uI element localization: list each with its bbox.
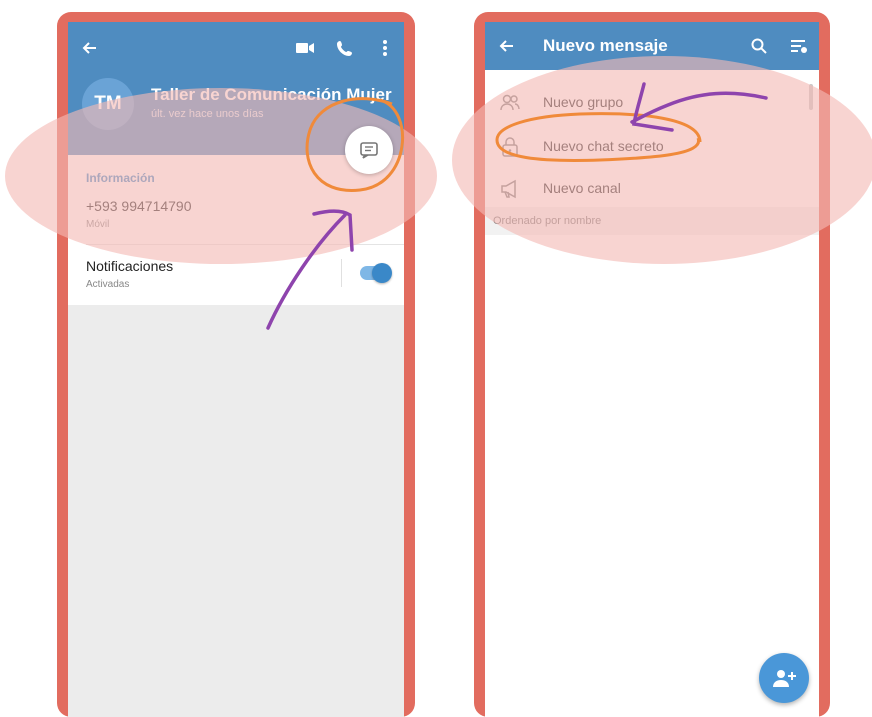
add-contact-button[interactable] bbox=[759, 653, 809, 703]
contact-info-screen: TM Taller de Comunicación Mujer últ. vez… bbox=[68, 22, 404, 717]
more-vertical-icon[interactable] bbox=[373, 36, 397, 60]
menu-item-label: Nuevo chat secreto bbox=[543, 138, 664, 154]
search-icon[interactable] bbox=[747, 34, 771, 58]
phone-icon[interactable] bbox=[333, 36, 357, 60]
sort-header: Ordenado por nombre bbox=[485, 207, 819, 235]
lock-icon bbox=[499, 136, 521, 158]
last-seen-status: últ. vez hace unos días bbox=[151, 108, 264, 120]
info-card: Información +593 994714790 Móvil Notific… bbox=[68, 155, 404, 305]
toggle-knob bbox=[372, 263, 392, 283]
page-title: Nuevo mensaje bbox=[543, 36, 668, 55]
arrow-left-icon[interactable] bbox=[495, 34, 519, 58]
left-phone-frame: TM Taller de Comunicación Mujer últ. vez… bbox=[57, 12, 415, 717]
group-icon bbox=[499, 92, 521, 114]
menu-item-new-group[interactable]: Nuevo grupo bbox=[485, 82, 819, 122]
sort-label: Ordenado por nombre bbox=[493, 215, 602, 227]
scrollbar[interactable] bbox=[809, 84, 813, 110]
notifications-status: Activadas bbox=[86, 279, 130, 290]
vertical-divider bbox=[341, 259, 342, 287]
contact-name: Taller de Comunicación Mujer bbox=[151, 85, 392, 104]
megaphone-icon bbox=[499, 178, 521, 200]
message-icon bbox=[360, 142, 378, 159]
new-message-screen: Nuevo mensaje Nuevo grupo Nuevo chat sec… bbox=[485, 22, 819, 717]
info-section-title: Información bbox=[86, 171, 155, 185]
avatar[interactable]: TM bbox=[82, 78, 134, 130]
menu-item-label: Nuevo grupo bbox=[543, 94, 624, 110]
menu-item-new-secret-chat[interactable]: Nuevo chat secreto bbox=[485, 126, 819, 166]
menu-item-new-channel[interactable]: Nuevo canal bbox=[485, 168, 819, 208]
right-phone-frame: Nuevo mensaje Nuevo grupo Nuevo chat sec… bbox=[474, 12, 830, 717]
arrow-left-icon[interactable] bbox=[78, 36, 102, 60]
phone-number[interactable]: +593 994714790 bbox=[86, 198, 192, 214]
new-message-header: Nuevo mensaje bbox=[485, 22, 819, 70]
video-camera-icon[interactable] bbox=[293, 36, 317, 60]
divider bbox=[86, 244, 404, 245]
notifications-toggle[interactable] bbox=[360, 263, 392, 283]
menu-item-label: Nuevo canal bbox=[543, 180, 621, 196]
notifications-title[interactable]: Notificaciones bbox=[86, 258, 173, 274]
phone-label: Móvil bbox=[86, 219, 110, 230]
sort-icon[interactable] bbox=[787, 34, 811, 58]
add-contact-icon bbox=[773, 670, 796, 687]
send-message-button[interactable] bbox=[345, 126, 393, 174]
